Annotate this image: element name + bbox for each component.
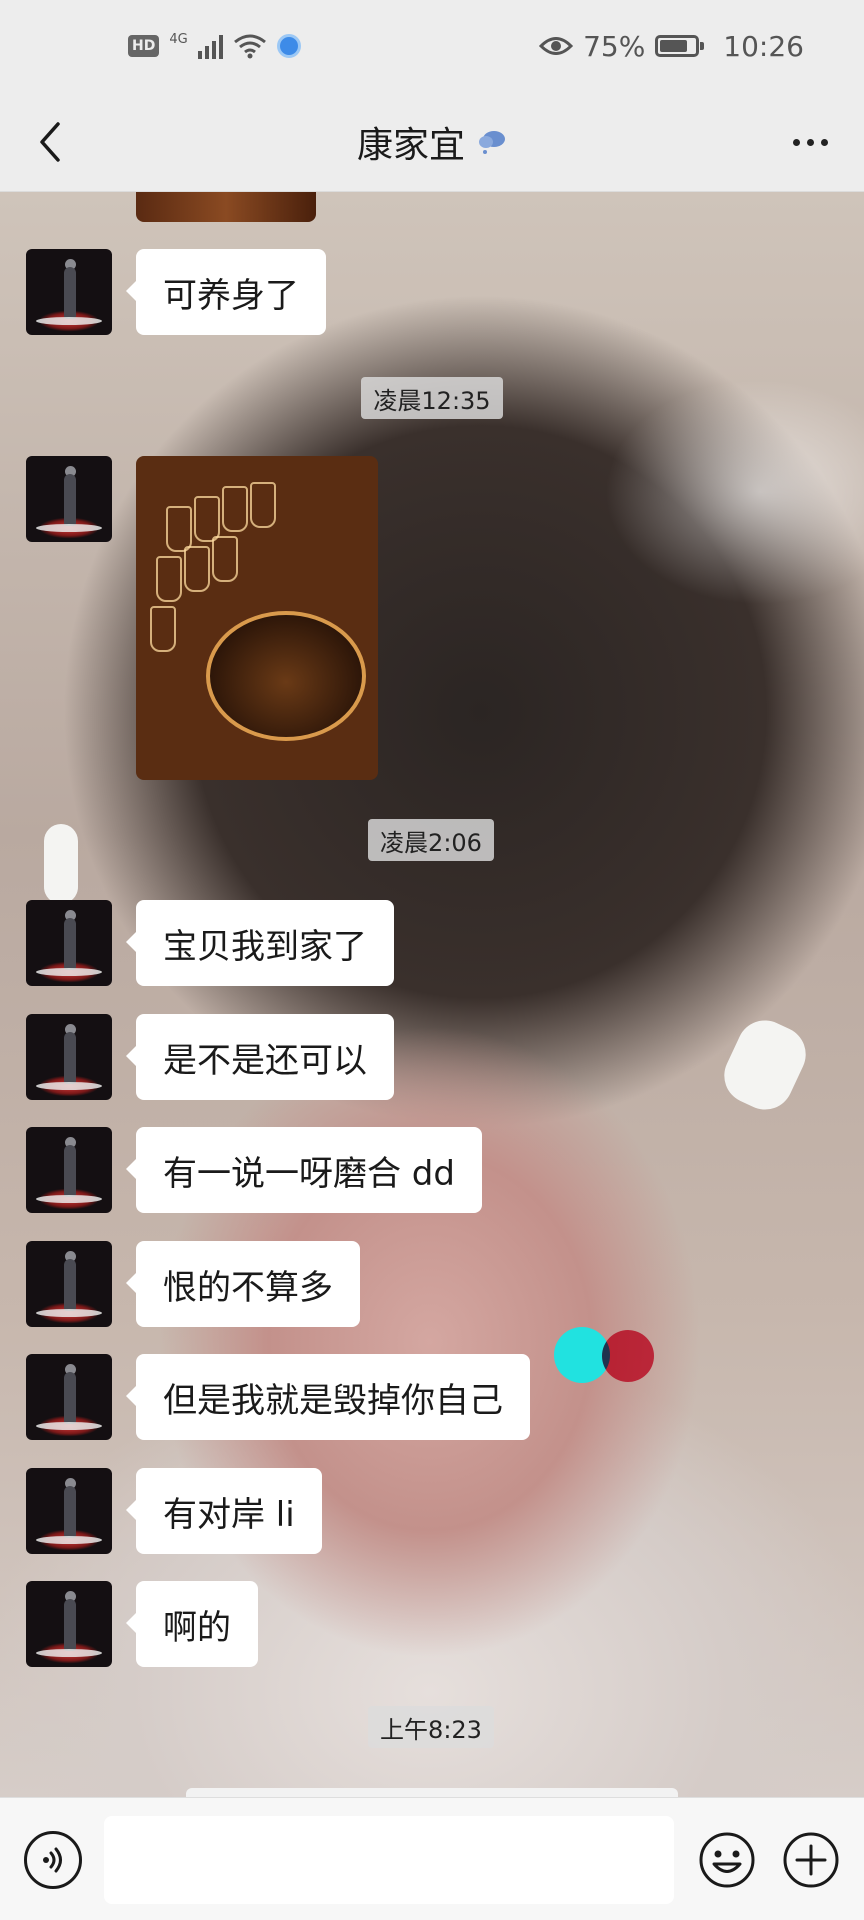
contact-name: 康家宜 <box>356 124 465 166</box>
contact-avatar[interactable] <box>26 1581 112 1667</box>
wifi-icon <box>233 34 266 59</box>
battery-icon <box>655 35 705 57</box>
plus-button[interactable] <box>782 1831 840 1889</box>
voice-button[interactable] <box>24 1831 82 1889</box>
time-separator: 凌晨2:06 <box>368 819 494 861</box>
status-time: 10:26 <box>723 29 804 63</box>
contact-avatar[interactable] <box>26 1127 112 1213</box>
emoji-icon <box>699 1832 755 1888</box>
status-left: HD 4G <box>128 31 301 59</box>
message-bubble[interactable]: 可养身了 <box>126 249 326 335</box>
back-button[interactable] <box>24 116 76 168</box>
emoji-button[interactable] <box>698 1831 756 1889</box>
background-earbud-left <box>44 824 78 904</box>
status-right: 75% 10:26 <box>539 30 804 63</box>
contact-avatar[interactable] <box>26 900 112 986</box>
chat-area[interactable]: 可养身了 凌晨12:35 凌晨2:06 宝贝我到家了 是不是还可以 有一说一呀磨… <box>0 192 864 1797</box>
contact-avatar[interactable] <box>26 1241 112 1327</box>
network-type: 4G <box>169 31 188 47</box>
image-message[interactable] <box>136 456 378 780</box>
message-bubble[interactable]: 有一说一呀磨合 dd <box>126 1127 482 1213</box>
back-arrow-icon <box>40 122 60 162</box>
plus-icon <box>783 1832 839 1888</box>
more-icon-dot <box>792 138 800 146</box>
message-bubble[interactable]: 有对岸 li <box>126 1468 322 1554</box>
contact-avatar[interactable] <box>26 249 112 335</box>
previous-image-message[interactable] <box>136 192 316 222</box>
more-button[interactable] <box>780 116 840 168</box>
contact-avatar[interactable] <box>26 456 112 542</box>
contact-avatar[interactable] <box>26 1014 112 1100</box>
more-icon-dot <box>806 138 814 146</box>
time-separator: 上午8:23 <box>368 1706 494 1748</box>
chat-header: 康家宜 <box>0 92 864 192</box>
signal-icon <box>197 33 223 59</box>
message-bubble[interactable]: 宝贝我到家了 <box>126 900 394 986</box>
battery-fill <box>660 40 688 52</box>
input-bar <box>0 1797 864 1920</box>
voice-icon <box>43 1847 62 1873</box>
title-wrap: 康家宜 <box>357 116 507 168</box>
status-bar: HD 4G 75% 10:26 <box>0 0 864 92</box>
location-icon <box>276 34 301 58</box>
battery-percent: 75% <box>583 29 646 63</box>
partial-message-edge <box>186 1788 678 1797</box>
message-bubble[interactable]: 啊的 <box>126 1581 258 1667</box>
hd-badge: HD <box>128 35 160 57</box>
message-bubble[interactable]: 是不是还可以 <box>126 1014 394 1100</box>
contact-avatar[interactable] <box>26 1354 112 1440</box>
message-input[interactable] <box>104 1816 674 1904</box>
floating-red-dot <box>602 1330 654 1382</box>
more-icon-dot <box>820 138 828 146</box>
weather-icon <box>479 130 505 154</box>
background-earbud-right <box>715 1011 815 1119</box>
eye-icon <box>539 37 574 55</box>
contact-avatar[interactable] <box>26 1468 112 1554</box>
message-bubble[interactable]: 恨的不算多 <box>126 1241 360 1327</box>
message-bubble[interactable]: 但是我就是毁掉你自己 <box>126 1354 530 1440</box>
time-separator: 凌晨12:35 <box>361 377 503 419</box>
